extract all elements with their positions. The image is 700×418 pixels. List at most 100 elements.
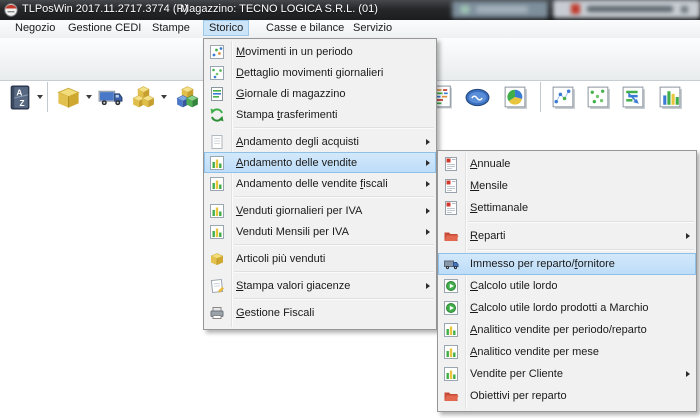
submenu-item-settimanale[interactable]: Settimanale — [438, 197, 696, 219]
background-window-blur — [452, 1, 548, 18]
pie-chart-icon — [502, 84, 529, 111]
submenu-item-reparti[interactable]: Reparti — [438, 225, 696, 247]
submenu-item-mensile[interactable]: Mensile — [438, 175, 696, 197]
menu-separator — [468, 249, 694, 251]
bar-chart-icon — [208, 175, 225, 192]
menu-item-label: Venduti Mensili per IVA — [236, 226, 349, 238]
menu-item-giornale-di-magazzino[interactable]: Giornale di magazzino — [204, 83, 436, 104]
package-icon — [208, 250, 225, 267]
toolbar-separator — [47, 82, 49, 112]
submenu-item-analitico-vendite-periodo-reparto[interactable]: Analitico vendite per periodo/reparto — [438, 319, 696, 341]
menu-item-label: Giornale di magazzino — [236, 88, 345, 100]
menu-servizio[interactable]: Servizio — [348, 21, 397, 35]
toolbar-button-bar-chart[interactable] — [655, 81, 685, 113]
submenu-item-immesso-per-reparto-fornitore[interactable]: Immesso per reparto/fornitore — [438, 253, 696, 275]
toolbar-separator — [540, 82, 542, 112]
green-circle-icon — [442, 278, 459, 295]
menu-bar: Negozio Gestione CEDI Stampe Storico Cas… — [0, 20, 700, 39]
menu-item-label: Calcolo utile lordo prodotti a Marchio — [470, 302, 649, 314]
printer-icon — [208, 304, 225, 321]
bar-chart-icon — [442, 322, 459, 339]
menu-item-andamento-degli-acquisti[interactable]: Andamento degli acquisti — [204, 131, 436, 152]
menu-item-gestione-fiscali[interactable]: Gestione Fiscali — [204, 302, 436, 323]
storico-dropdown-menu: Movimenti in un periodo Dettaglio movime… — [203, 38, 437, 330]
annual-report-icon — [442, 156, 459, 173]
app-window: TLPosWin 2017.11.2717.3774 (R) Magazzino… — [0, 0, 700, 418]
toolbar-button-gantt[interactable] — [618, 81, 648, 113]
money-badge-icon — [464, 84, 491, 111]
menu-item-label: Reparti — [470, 230, 505, 242]
menu-item-articoli-piu-venduti[interactable]: Articoli più venduti — [204, 248, 436, 269]
menu-item-label: Vendite per Cliente — [470, 368, 563, 380]
menu-item-label: Andamento delle vendite fiscali — [236, 178, 388, 190]
submenu-arrow-icon — [426, 181, 430, 187]
menu-item-label: Calcolo utile lordo — [470, 280, 557, 292]
menu-item-movimenti-in-un-periodo[interactable]: Movimenti in un periodo — [204, 41, 436, 62]
menu-separator — [234, 298, 434, 300]
submenu-arrow-icon — [686, 233, 690, 239]
monthly-report-icon — [442, 178, 459, 195]
toolbar-button-truck[interactable] — [95, 81, 125, 113]
menu-item-label: Immesso per reparto/fornitore — [470, 258, 615, 270]
toolbar-button-scatter-green[interactable] — [583, 81, 613, 113]
cubes-dropdown-arrow-icon[interactable] — [159, 81, 169, 113]
submenu-item-calcolo-utile-lordo-marchio[interactable]: Calcolo utile lordo prodotti a Marchio — [438, 297, 696, 319]
menu-item-label: Mensile — [470, 180, 508, 192]
submenu-arrow-icon — [426, 229, 430, 235]
menu-stampe[interactable]: Stampe — [147, 21, 195, 35]
scatter-chart-icon — [208, 43, 225, 60]
bar-chart-icon — [208, 223, 225, 240]
menu-item-label: Settimanale — [470, 202, 528, 214]
menu-item-label: Dettaglio movimenti giornalieri — [236, 67, 383, 79]
weekly-report-icon — [442, 200, 459, 217]
store-label: Magazzino: TECNO LOGICA S.R.L. (01) — [180, 3, 378, 15]
submenu-item-vendite-per-cliente[interactable]: Vendite per Cliente — [438, 363, 696, 385]
menu-item-dettaglio-movimenti-giornalieri[interactable]: Dettaglio movimenti giornalieri — [204, 62, 436, 83]
package-dropdown-arrow-icon[interactable] — [84, 81, 94, 113]
menu-item-label: Analitico vendite per mese — [470, 346, 599, 358]
menu-negozio[interactable]: Negozio — [10, 21, 60, 35]
toolbar-button-az-catalog[interactable] — [4, 81, 34, 113]
menu-item-venduti-giornalieri-per-iva[interactable]: Venduti giornalieri per IVA — [204, 200, 436, 221]
scatter-blue-icon — [550, 84, 577, 111]
menu-item-venduti-mensili-per-iva[interactable]: Venduti Mensili per IVA — [204, 221, 436, 242]
title-bar: TLPosWin 2017.11.2717.3774 (R) Magazzino… — [0, 0, 700, 20]
submenu-item-annuale[interactable]: Annuale — [438, 153, 696, 175]
menu-separator — [468, 221, 694, 223]
journal-icon — [208, 85, 225, 102]
green-circle-icon — [442, 300, 459, 317]
menu-separator — [234, 127, 434, 129]
toolbar-button-cubes[interactable] — [128, 81, 158, 113]
folder-red-icon — [442, 228, 459, 245]
app-icon[interactable] — [4, 3, 18, 17]
bar-chart-icon — [208, 154, 225, 171]
menu-item-stampa-valori-giacenze[interactable]: Stampa valori giacenze — [204, 275, 436, 296]
menu-storico[interactable]: Storico — [203, 20, 249, 36]
menu-item-andamento-delle-vendite[interactable]: Andamento delle vendite — [204, 152, 436, 173]
menu-item-andamento-delle-vendite-fiscali[interactable]: Andamento delle vendite fiscali — [204, 173, 436, 194]
toolbar-button-money[interactable] — [462, 81, 492, 113]
cubes-color-icon — [174, 84, 201, 111]
az-catalog-icon — [6, 84, 33, 111]
toolbar-button-pie-chart[interactable] — [500, 81, 530, 113]
menu-gestione-cedi[interactable]: Gestione CEDI — [63, 21, 146, 35]
toolbar-button-color-cubes[interactable] — [172, 81, 202, 113]
menu-item-label: Stampa valori giacenze — [236, 280, 350, 292]
submenu-item-calcolo-utile-lordo[interactable]: Calcolo utile lordo — [438, 275, 696, 297]
truck-icon — [442, 256, 459, 273]
submenu-item-analitico-vendite-per-mese[interactable]: Analitico vendite per mese — [438, 341, 696, 363]
menu-item-label: Andamento degli acquisti — [236, 136, 359, 148]
toolbar-button-package[interactable] — [53, 81, 83, 113]
submenu-item-obiettivi-per-reparto[interactable]: Obiettivi per reparto — [438, 385, 696, 407]
background-window-blur — [553, 0, 700, 18]
az-catalog-dropdown-arrow-icon[interactable] — [35, 81, 45, 113]
gantt-arrow-icon — [620, 84, 647, 111]
folder-red-icon — [442, 388, 459, 405]
menu-casse-e-bilance[interactable]: Casse e bilance — [261, 21, 349, 35]
menu-item-stampa-trasferimenti[interactable]: Stampa trasferimenti — [204, 104, 436, 125]
scatter-chart-green-icon — [208, 64, 225, 81]
document-icon — [208, 133, 225, 150]
toolbar-button-scatter-blue[interactable] — [548, 81, 578, 113]
menu-item-label: Obiettivi per reparto — [470, 390, 567, 402]
cubes-yellow-icon — [130, 84, 157, 111]
